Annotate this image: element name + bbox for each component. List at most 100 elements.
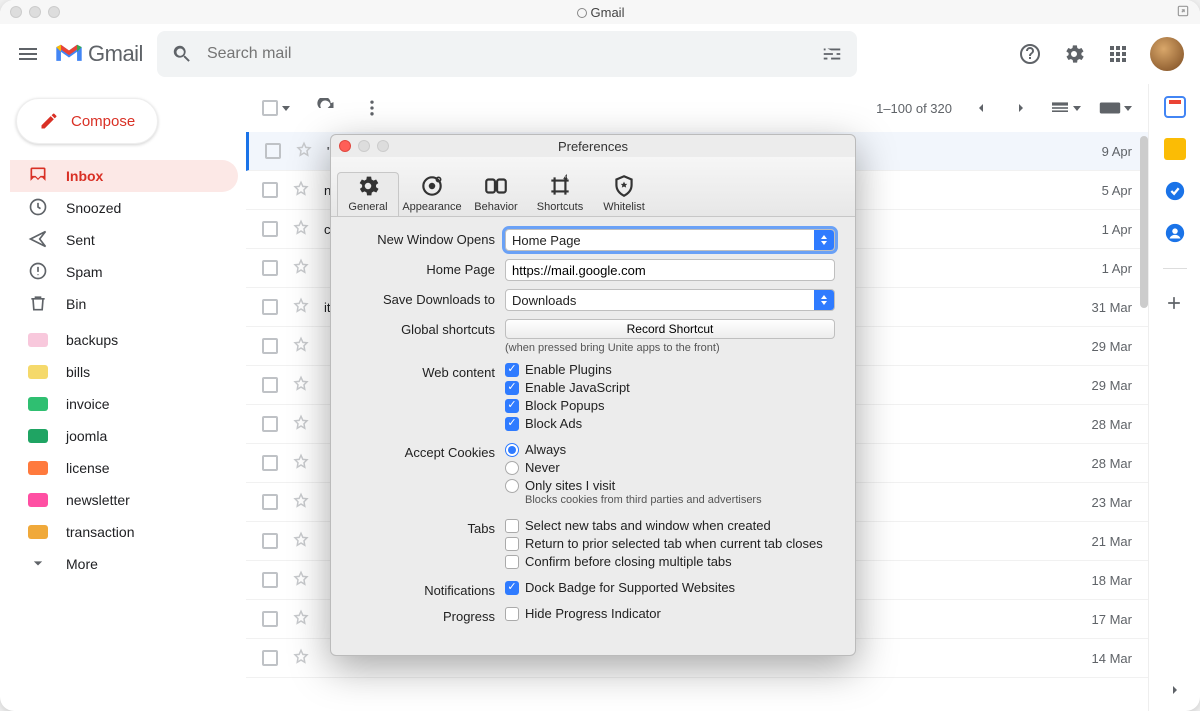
gmail-logo[interactable]: Gmail (54, 41, 143, 67)
star-icon[interactable] (292, 219, 310, 240)
chk-confirm-close[interactable]: Confirm before closing multiple tabs (505, 554, 835, 569)
compose-button[interactable]: Compose (16, 98, 158, 144)
star-icon[interactable] (292, 609, 310, 630)
window-close[interactable] (10, 6, 22, 18)
sidebar-label-joomla[interactable]: joomla (10, 420, 238, 452)
search-options-icon[interactable] (821, 43, 843, 65)
home-page-input[interactable] (505, 259, 835, 281)
prefs-tab-whitelist[interactable]: Whitelist (593, 172, 655, 216)
star-icon[interactable] (292, 258, 310, 279)
row-checkbox[interactable] (265, 143, 281, 159)
select-all[interactable] (262, 100, 290, 116)
row-checkbox[interactable] (262, 260, 278, 276)
sidebar-item-sent[interactable]: Sent (10, 224, 238, 256)
calendar-icon[interactable] (1164, 96, 1186, 118)
chk-block-popups[interactable]: Block Popups (505, 398, 835, 413)
window-zoom[interactable] (48, 6, 60, 18)
row-checkbox[interactable] (262, 572, 278, 588)
sidebar-item-snoozed[interactable]: Snoozed (10, 192, 238, 224)
prefs-tab-general[interactable]: General (337, 172, 399, 216)
star-icon[interactable] (292, 492, 310, 513)
search-bar[interactable] (157, 31, 857, 77)
scrollbar-thumb[interactable] (1140, 136, 1148, 308)
row-checkbox[interactable] (262, 533, 278, 549)
sidebar-label-bills[interactable]: bills (10, 356, 238, 388)
row-checkbox[interactable] (262, 338, 278, 354)
downloads-select[interactable]: Downloads (505, 289, 835, 311)
search-input[interactable] (207, 45, 807, 63)
row-checkbox[interactable] (262, 494, 278, 510)
row-checkbox[interactable] (262, 611, 278, 627)
label-color-icon (28, 333, 48, 347)
sidebar-label-backups[interactable]: backups (10, 324, 238, 356)
more-icon[interactable] (362, 98, 382, 118)
chk-hide-progress[interactable]: Hide Progress Indicator (505, 606, 835, 621)
main-menu-icon[interactable] (16, 42, 40, 66)
tasks-icon[interactable] (1164, 180, 1186, 202)
mail-date: 28 Mar (1092, 417, 1132, 432)
sidebar-item-inbox[interactable]: Inbox (10, 160, 238, 192)
window-expand-icon[interactable] (1176, 4, 1190, 23)
rad-cookies-only[interactable]: Only sites I visit (505, 478, 835, 493)
star-icon[interactable] (292, 180, 310, 201)
prefs-tab-appearance[interactable]: Appearance (401, 172, 463, 216)
help-icon[interactable] (1018, 42, 1042, 66)
account-avatar[interactable] (1150, 37, 1184, 71)
chk-dock-badge[interactable]: Dock Badge for Supported Websites (505, 580, 835, 595)
sidebar-more[interactable]: More (10, 548, 238, 580)
refresh-icon[interactable] (316, 98, 336, 118)
split-pane-icon[interactable] (1050, 100, 1081, 116)
sidebar-label-transaction[interactable]: transaction (10, 516, 238, 548)
star-icon[interactable] (292, 375, 310, 396)
sidebar-label-newsletter[interactable]: newsletter (10, 484, 238, 516)
window-minimize[interactable] (29, 6, 41, 18)
next-page[interactable] (1010, 97, 1032, 119)
add-app-icon[interactable] (1164, 293, 1186, 315)
star-icon[interactable] (292, 297, 310, 318)
star-icon[interactable] (295, 141, 313, 162)
keep-icon[interactable] (1164, 138, 1186, 160)
sidebar-item-label: Snoozed (66, 200, 226, 216)
chk-block-ads[interactable]: Block Ads (505, 416, 835, 431)
mail-date: 14 Mar (1092, 651, 1132, 666)
row-checkbox[interactable] (262, 455, 278, 471)
contacts-icon[interactable] (1164, 222, 1186, 244)
row-checkbox[interactable] (262, 182, 278, 198)
chk-enable-plugins[interactable]: Enable Plugins (505, 362, 835, 377)
sidebar-label-invoice[interactable]: invoice (10, 388, 238, 420)
star-icon[interactable] (292, 531, 310, 552)
record-shortcut-button[interactable]: Record Shortcut (505, 319, 835, 339)
chk-return-prior[interactable]: Return to prior selected tab when curren… (505, 536, 835, 551)
chk-enable-js[interactable]: Enable JavaScript (505, 380, 835, 395)
row-checkbox[interactable] (262, 299, 278, 315)
sidebar-item-label: Inbox (66, 168, 226, 184)
row-checkbox[interactable] (262, 221, 278, 237)
row-checkbox[interactable] (262, 377, 278, 393)
rad-cookies-never[interactable]: Never (505, 460, 835, 475)
input-tools-icon[interactable] (1099, 101, 1132, 115)
star-icon[interactable] (292, 453, 310, 474)
checkbox-icon (505, 519, 519, 533)
star-icon[interactable] (292, 570, 310, 591)
star-icon[interactable] (292, 336, 310, 357)
gear-icon[interactable] (1062, 42, 1086, 66)
row-checkbox[interactable] (262, 650, 278, 666)
collapse-panel-icon[interactable] (1164, 679, 1186, 701)
sidebar-label-license[interactable]: license (10, 452, 238, 484)
rad-cookies-always[interactable]: Always (505, 442, 835, 457)
sidebar-item-spam[interactable]: Spam (10, 256, 238, 288)
row-checkbox[interactable] (262, 416, 278, 432)
chk-select-new-tabs[interactable]: Select new tabs and window when created (505, 518, 835, 533)
apps-icon[interactable] (1106, 42, 1130, 66)
mail-date: 17 Mar (1092, 612, 1132, 627)
label-global-shortcuts: Global shortcuts (343, 319, 505, 337)
prefs-tab-shortcuts[interactable]: 4 Shortcuts (529, 172, 591, 216)
star-icon[interactable] (292, 414, 310, 435)
checkbox-icon (505, 381, 519, 395)
prefs-tab-behavior[interactable]: Behavior (465, 172, 527, 216)
sidebar-item-bin[interactable]: Bin (10, 288, 238, 320)
star-icon[interactable] (292, 648, 310, 669)
label-color-icon (28, 461, 48, 475)
prev-page[interactable] (970, 97, 992, 119)
new-window-select[interactable]: Home Page (505, 229, 835, 251)
